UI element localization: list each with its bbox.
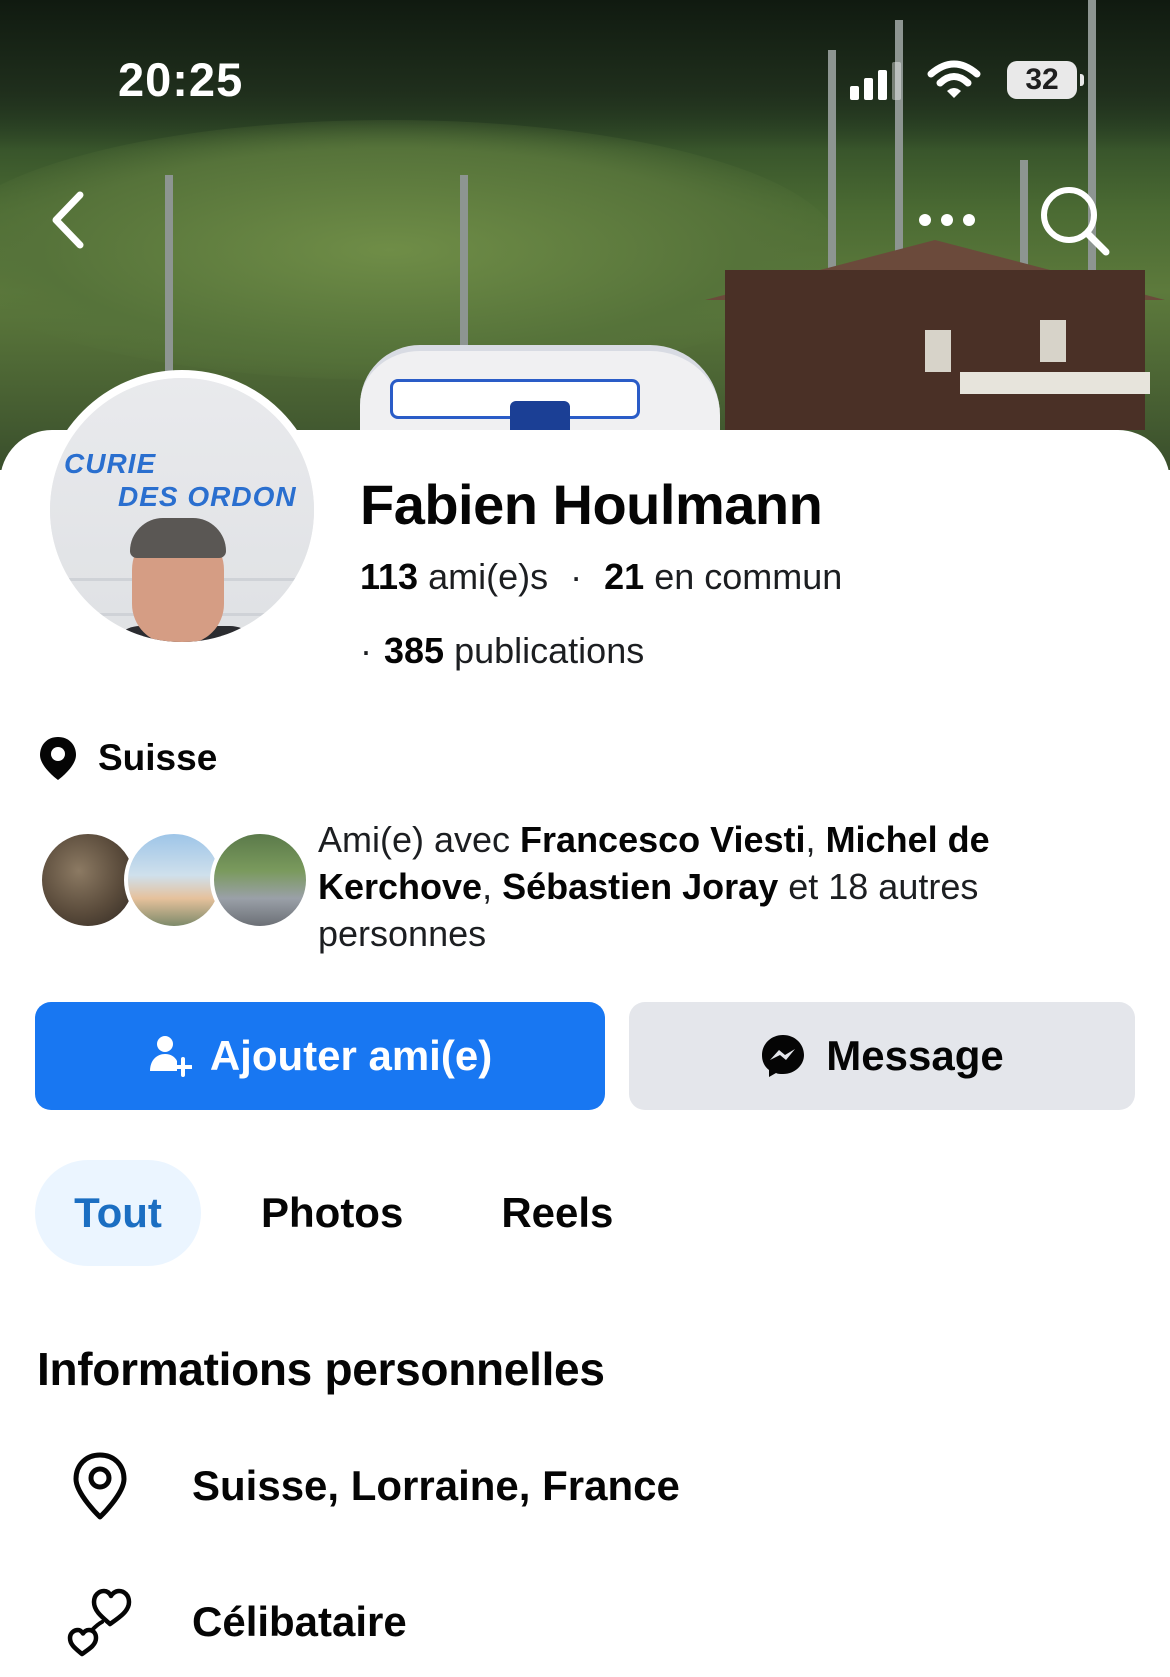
profile-avatar[interactable]: CURIE DES ORDON [42, 370, 322, 650]
mutual-prefix: Ami(e) avec [318, 819, 521, 860]
status-icons: 32 [850, 58, 1084, 102]
mutual-friends[interactable]: Ami(e) avec Francesco Viesti, Michel de … [38, 819, 1148, 980]
location-label: Suisse [98, 737, 218, 778]
location-row: Suisse [36, 734, 217, 782]
mutual-friend-avatar[interactable] [38, 830, 138, 930]
message-button[interactable]: Message [629, 1002, 1135, 1110]
location-pin-icon [40, 737, 76, 780]
info-location-row: Suisse, Lorraine, France [60, 1446, 680, 1526]
info-relationship-text: Célibataire [192, 1598, 407, 1645]
message-label: Message [826, 1032, 1004, 1079]
more-options-button[interactable] [912, 195, 982, 245]
cover-window [1040, 320, 1066, 362]
profile-name: Fabien Houlmann [360, 473, 823, 536]
posts-stats: · 385 publications [360, 630, 644, 672]
friends-count: 113 [360, 556, 419, 597]
mutual-friend-avatar[interactable] [210, 830, 310, 930]
section-title: Informations personnelles [37, 1343, 605, 1395]
friends-label: ami(e)s [428, 556, 549, 597]
wifi-icon [927, 60, 981, 98]
chevron-left-icon [52, 191, 84, 249]
tab-all[interactable]: Tout [35, 1160, 201, 1266]
add-friend-icon [149, 1036, 192, 1077]
cover-window [925, 330, 951, 372]
mutual-label: en commun [654, 556, 843, 597]
cellular-signal-icon [850, 60, 901, 100]
mutual-count: 21 [604, 556, 645, 597]
battery-icon: 32 [1007, 61, 1084, 99]
tab-reels[interactable]: Reels [501, 1160, 613, 1266]
location-outline-icon [60, 1446, 140, 1526]
tab-photos[interactable]: Photos [261, 1160, 403, 1266]
mutual-friends-text: Ami(e) avec Francesco Viesti, Michel de … [318, 819, 990, 954]
add-friend-button[interactable]: Ajouter ami(e) [35, 1002, 605, 1110]
profile-tabs: Tout Photos Reels [35, 1160, 613, 1266]
messenger-icon [762, 1035, 805, 1077]
info-relationship-row: Célibataire [60, 1582, 407, 1662]
mutual-friend-avatar[interactable] [124, 830, 224, 930]
avatar-hair [130, 518, 226, 558]
ellipsis-icon [919, 214, 975, 226]
friends-stats[interactable]: 113 ami(e)s · 21 en commun [360, 556, 842, 598]
posts-count: 385 [384, 630, 445, 671]
search-icon [1041, 187, 1110, 256]
add-friend-label: Ajouter ami(e) [209, 1032, 493, 1079]
mutual-friend-name[interactable]: Francesco Viesti [520, 819, 806, 860]
separator-dot: · [360, 630, 372, 671]
avatar-banner-text: CURIE [64, 448, 157, 479]
search-button[interactable] [1036, 182, 1112, 258]
posts-label: publications [454, 630, 645, 671]
back-button[interactable] [40, 185, 96, 255]
avatar-banner-text: DES ORDON [118, 481, 297, 512]
info-location-text: Suisse, Lorraine, France [192, 1462, 680, 1509]
mutual-friend-name[interactable]: Sébastien Joray [502, 866, 778, 907]
separator-dot: · [570, 556, 583, 597]
mutual-friends-avatars [38, 830, 310, 930]
status-time: 20:25 [118, 53, 244, 106]
hearts-icon [60, 1582, 140, 1662]
cover-balcony [960, 372, 1150, 394]
